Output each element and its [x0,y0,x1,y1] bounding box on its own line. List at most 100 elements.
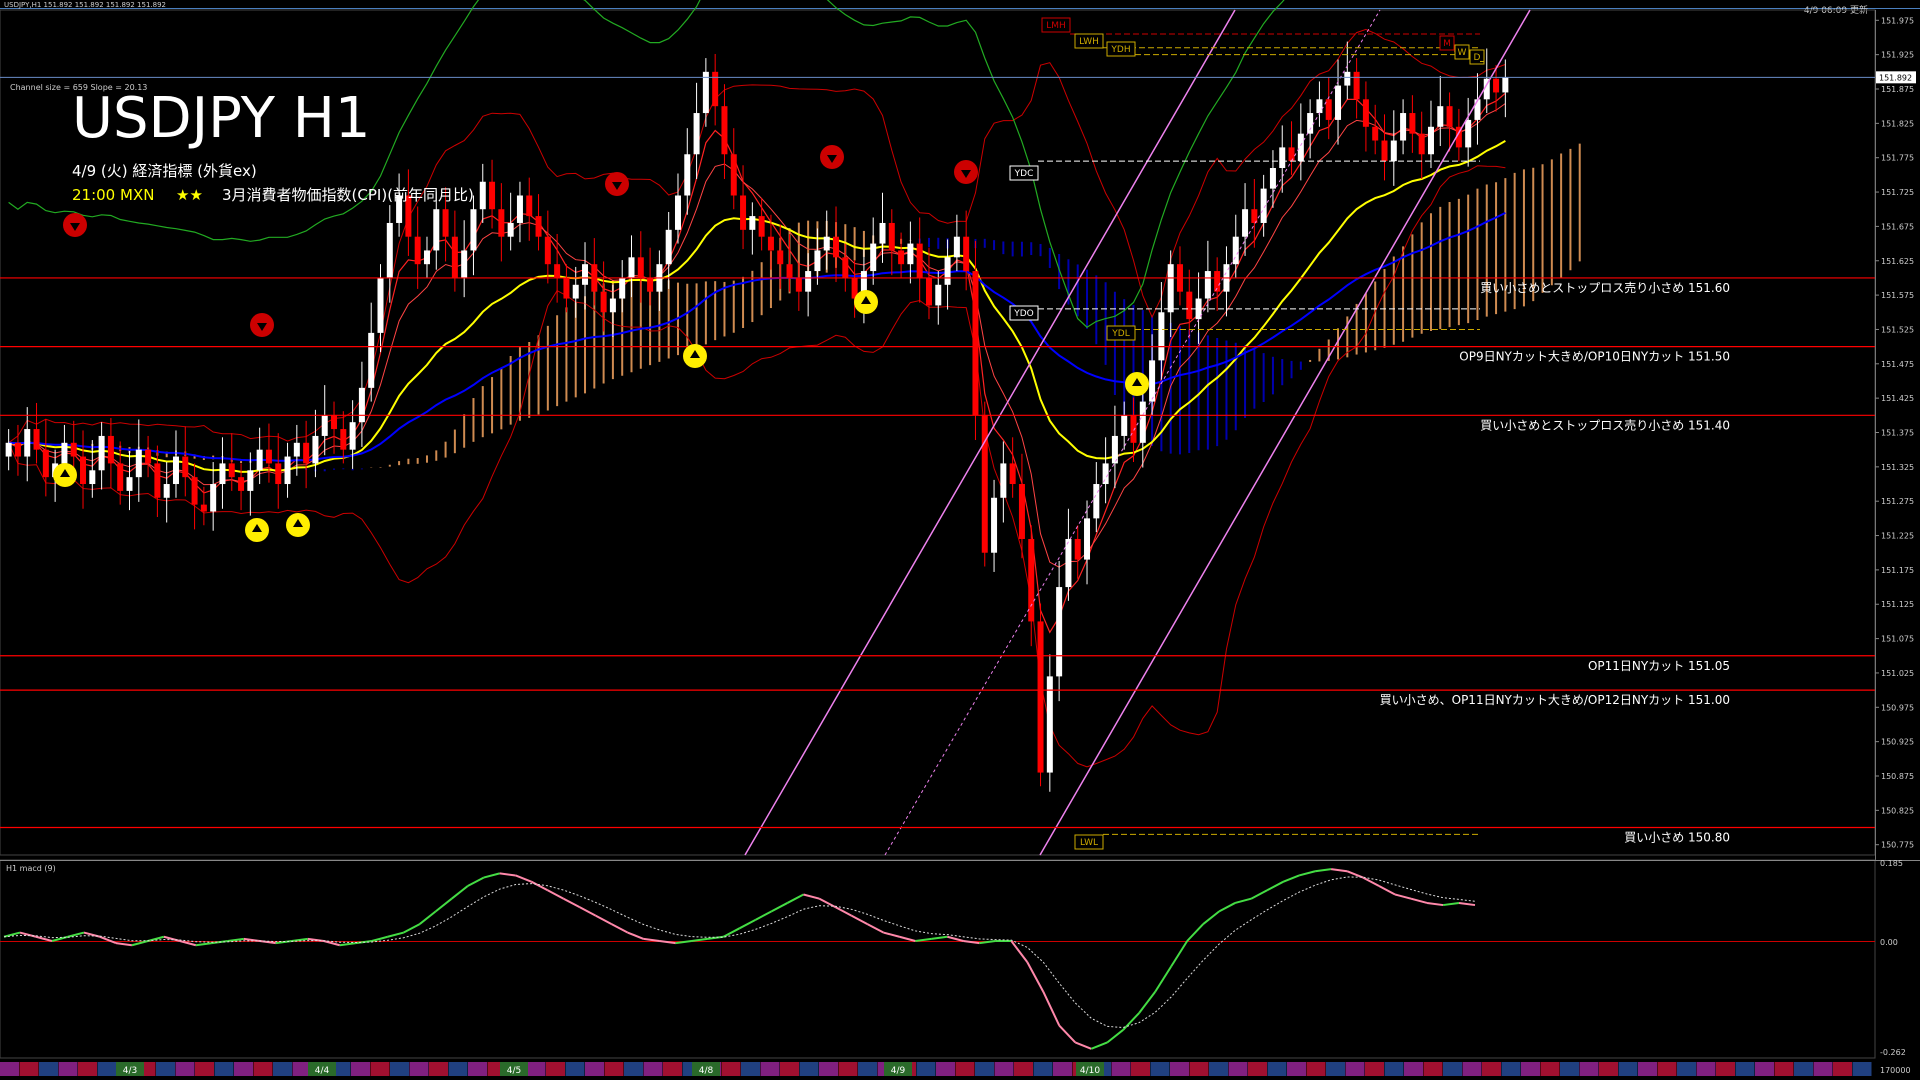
candle-body [451,236,458,278]
event-name: 3月消費者物価指数(CPI)(前年同月比) [222,186,474,204]
y-tick-label: 151.575 [1881,291,1914,300]
candle-body [702,71,709,114]
candle-body [1493,78,1500,93]
candle-body [293,442,300,457]
candle-body [414,236,421,265]
candle-body [145,449,152,464]
level-text: 買い小さめ、OP11日NYカット大きめ/OP12日NYカット 151.00 [1380,693,1730,707]
candle-body [303,442,310,464]
date-strip-cell [409,1062,429,1076]
candle-body [1400,113,1407,141]
candle-body [526,195,533,217]
date-strip-cell [1833,1062,1852,1076]
date-strip-cell [1579,1062,1599,1076]
y-tick-label: 151.875 [1881,85,1914,94]
marker-label: LWH [1079,37,1099,47]
y-tick-label: 150.775 [1881,841,1914,850]
candle-body [1149,360,1156,402]
current-price-label: 151.892 [1879,73,1912,82]
level-text: 買い小さめ 150.80 [1624,831,1730,845]
date-strip-cell [526,1062,546,1076]
candle-body [991,497,998,553]
candle-body [1028,538,1035,622]
candle-body [265,449,272,464]
y-tick-label: 151.625 [1881,257,1914,266]
date-strip-cell [1326,1062,1345,1076]
candle-body [1269,168,1276,189]
macd-axis-zero: 0.00 [1880,938,1898,947]
candle-body [1335,85,1342,120]
candle-body [1307,113,1314,134]
candle-body [944,257,951,285]
date-strip-cell [97,1062,117,1076]
candle-body [1093,484,1100,519]
candle-body [842,257,849,278]
candle-body [42,449,49,478]
candle-body [256,449,263,471]
candle-body [479,181,486,210]
candle-body [1372,126,1379,141]
candle-body [1130,415,1137,443]
date-label: 4/4 [315,1066,330,1076]
candle-body [898,250,905,265]
candle-body [1074,538,1081,560]
y-tick-label: 151.975 [1881,16,1914,25]
candle-body [507,222,514,237]
date-strip-cell [1813,1062,1833,1076]
date-strip-cell [760,1062,780,1076]
candle-body [80,456,87,485]
candle-body [1139,401,1146,443]
candle-body [1381,140,1388,162]
candle-body [963,236,970,272]
marker-label: LWL [1080,838,1098,848]
candle-body [358,387,365,423]
y-tick-label: 151.375 [1881,429,1914,438]
candle-body [219,463,226,485]
candle-body [730,154,737,196]
candle-body [61,442,68,464]
marker-label: YDC [1014,169,1034,179]
candle-body [1446,106,1453,127]
candle-body [786,264,793,278]
date-strip-cell [799,1062,819,1076]
date-strip-cell [994,1062,1014,1076]
date-strip-cell [1209,1062,1228,1076]
marker-label: YDH [1110,45,1130,55]
event-date: 4/9 (火) 経済指標 (外貨ex) [72,162,257,180]
candle-body [516,195,523,223]
date-strip-cell [175,1062,195,1076]
candle-body [1409,113,1416,134]
date-strip-cell [1599,1062,1618,1076]
date-strip-cell [156,1062,175,1076]
date-strip-cell [390,1062,409,1076]
y-tick-label: 150.925 [1881,738,1914,747]
date-strip-cell [468,1062,487,1076]
candle-body [600,291,607,313]
level-text: OP9日NYカット大きめ/OP10日NYカット 151.50 [1459,350,1730,364]
event-stars: ★★ [176,186,203,204]
date-strip-cell [955,1062,975,1076]
candle-body [628,257,635,278]
date-strip-cell [741,1062,760,1076]
date-strip-cell [253,1062,273,1076]
date-strip-cell [624,1062,643,1076]
candle-body [1158,312,1165,361]
candle-body [470,209,477,251]
date-strip-cell [1014,1062,1033,1076]
date-label: 4/5 [507,1066,521,1076]
candle-body [953,236,960,258]
date-strip-cell [780,1062,799,1076]
y-tick-label: 151.425 [1881,394,1914,403]
date-strip-cell [214,1062,234,1076]
candle-body [368,332,375,388]
candle-body [1418,133,1425,155]
y-tick-label: 151.475 [1881,360,1914,369]
candle-body [182,456,189,478]
date-strip-cell [1228,1062,1248,1076]
date-strip-cell [1384,1062,1404,1076]
date-strip-cell [565,1062,585,1076]
candle-body [349,422,356,450]
candle-body [1474,99,1481,120]
marker-label: YDO [1013,309,1034,319]
marker-label: D [1474,53,1481,63]
